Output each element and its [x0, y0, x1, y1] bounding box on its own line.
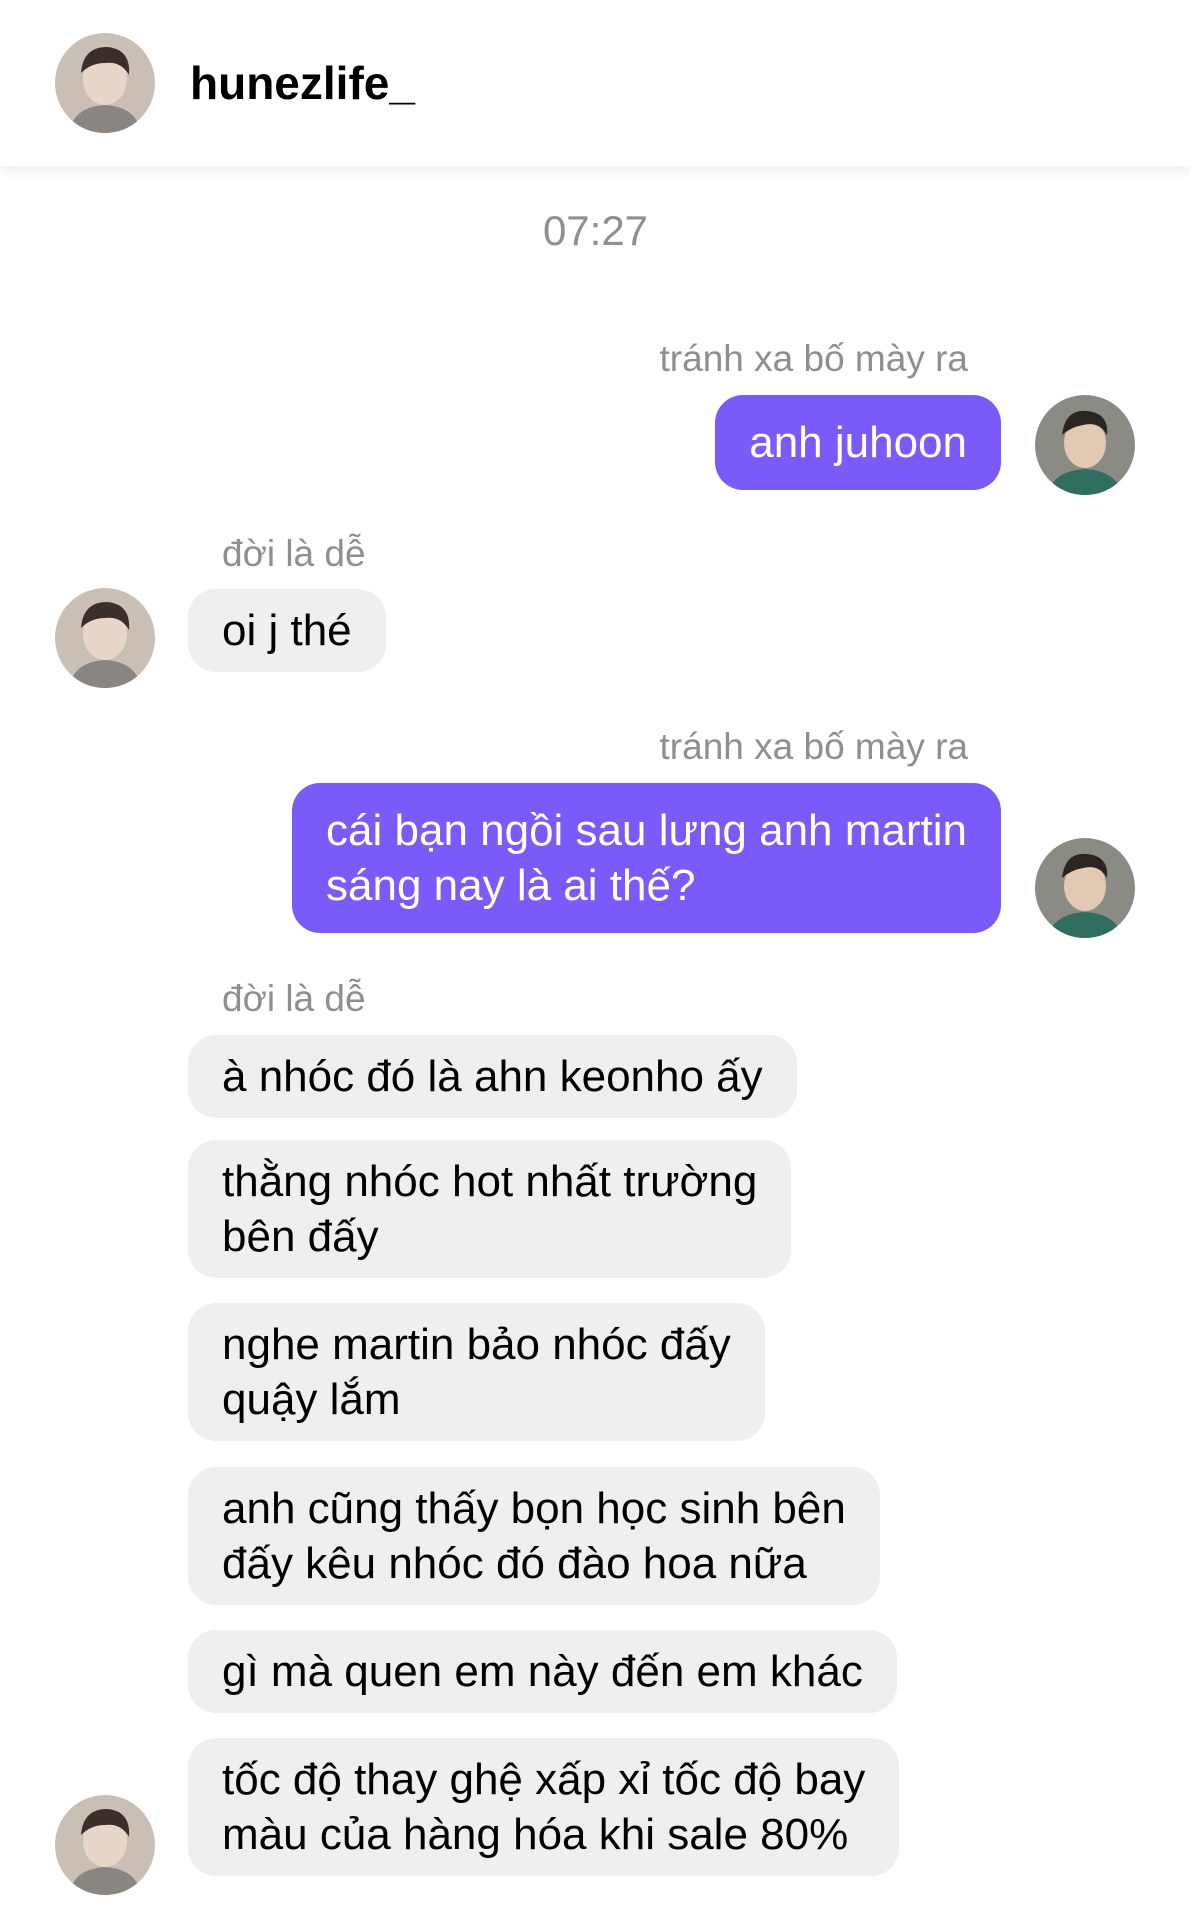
own-avatar[interactable]: [1035, 395, 1135, 495]
outgoing-message-bubble[interactable]: anh juhoon: [715, 395, 1001, 490]
outgoing-message-bubble[interactable]: cái bạn ngồi sau lưng anh martin sáng na…: [292, 783, 1001, 933]
contact-avatar[interactable]: [55, 33, 155, 133]
own-avatar-icon: [1035, 395, 1135, 495]
own-avatar-icon: [1035, 838, 1135, 938]
message-text-line: sáng nay là ai thế?: [326, 861, 696, 910]
incoming-message-bubble[interactable]: thằng nhóc hot nhất trường bên đấy: [188, 1140, 792, 1278]
profile-avatar-icon: [55, 33, 155, 133]
message-text-line: bên đấy: [222, 1212, 379, 1261]
message-text-line: tốc độ thay ghệ xấp xỉ tốc độ bay: [222, 1755, 866, 1804]
contact-username[interactable]: hunezlife_: [190, 54, 415, 112]
message-text-line: đấy kêu nhóc đó đào hoa nữa: [222, 1539, 807, 1588]
message-text-line: anh cũng thấy bọn học sinh bên: [222, 1484, 846, 1533]
message-text-line: màu của hàng hóa khi sale 80%: [222, 1810, 849, 1859]
profile-avatar-icon: [55, 1795, 155, 1895]
outgoing-sender-label: tránh xa bố mày ra: [659, 338, 968, 379]
incoming-message-bubble[interactable]: oi j thé: [188, 589, 386, 672]
incoming-message-bubble[interactable]: à nhóc đó là ahn keonho ấy: [188, 1035, 797, 1118]
message-timestamp: 07:27: [542, 207, 649, 254]
message-text-line: nghe martin bảo nhóc đấy: [222, 1320, 731, 1369]
message-text: à nhóc đó là ahn keonho ấy: [222, 1052, 763, 1101]
contact-message-avatar[interactable]: [55, 588, 155, 688]
message-text-line: thằng nhóc hot nhất trường: [222, 1157, 758, 1206]
message-text-line: quậy lắm: [222, 1375, 401, 1424]
chat-header: hunezlife_: [0, 0, 1191, 166]
profile-avatar-icon: [55, 588, 155, 688]
incoming-message-bubble[interactable]: nghe martin bảo nhóc đấy quậy lắm: [188, 1303, 765, 1441]
contact-message-avatar[interactable]: [55, 1795, 155, 1895]
own-avatar[interactable]: [1035, 838, 1135, 938]
incoming-message-bubble[interactable]: tốc độ thay ghệ xấp xỉ tốc độ bay màu củ…: [188, 1738, 900, 1876]
message-text: oi j thé: [222, 606, 352, 655]
outgoing-sender-label: tránh xa bố mày ra: [659, 726, 968, 767]
message-text: gì mà quen em này đến em khác: [222, 1647, 863, 1696]
incoming-sender-label: đời là dễ: [222, 533, 366, 574]
incoming-sender-label: đời là dễ: [222, 978, 366, 1019]
incoming-message-bubble[interactable]: gì mà quen em này đến em khác: [188, 1630, 897, 1713]
message-text: anh juhoon: [749, 418, 967, 467]
incoming-message-bubble[interactable]: anh cũng thấy bọn học sinh bên đấy kêu n…: [188, 1467, 880, 1605]
message-text-line: cái bạn ngồi sau lưng anh martin: [326, 806, 967, 855]
